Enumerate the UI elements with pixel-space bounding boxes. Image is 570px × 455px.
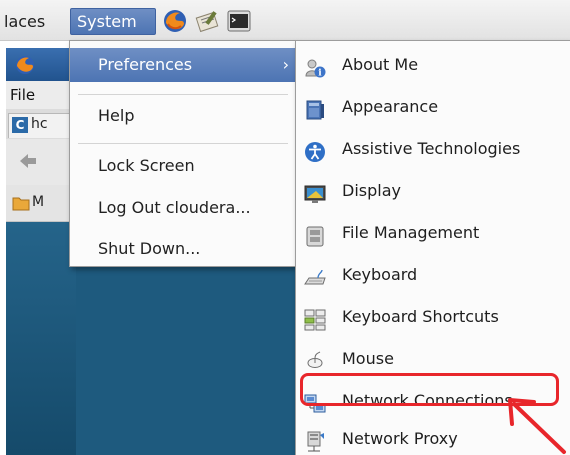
preferences-label: Preferences (98, 55, 193, 74)
firefox-icon (16, 56, 34, 74)
menubar: File (6, 81, 76, 110)
submenu-arrow-icon: › (282, 55, 289, 74)
assistive-technologies-menu-item[interactable]: Assistive Technologies (296, 131, 568, 171)
keyboard-icon (304, 269, 326, 285)
about-me-menu-item[interactable]: i About Me (296, 47, 568, 87)
annotation-arrow-icon (508, 398, 566, 454)
tab-bar: C hc (6, 109, 76, 139)
text-editor-icon[interactable] (195, 8, 221, 34)
about-me-label: About Me (342, 55, 419, 74)
keyboard-shortcuts-menu-item[interactable]: Keyboard Shortcuts (296, 299, 568, 339)
menu-separator (78, 94, 288, 95)
preferences-menu-item[interactable]: Preferences › (70, 48, 295, 82)
file-management-icon (306, 226, 324, 247)
appearance-menu-item[interactable]: Appearance (296, 89, 568, 129)
file-management-menu-item[interactable]: File Management (296, 215, 568, 255)
menu-separator (78, 143, 288, 144)
accessibility-icon (305, 142, 325, 162)
shut-down-menu-item[interactable]: Shut Down... (70, 232, 295, 266)
firefox-icon[interactable] (162, 8, 188, 34)
network-proxy-label: Network Proxy (342, 429, 458, 448)
file-menu[interactable]: File (10, 86, 35, 104)
mouse-icon (307, 351, 323, 368)
svg-text:i: i (318, 69, 322, 79)
bookmarks-bar: M (6, 185, 76, 222)
top-panel: laces System (0, 0, 570, 41)
keyboard-shortcuts-label: Keyboard Shortcuts (342, 307, 499, 326)
window-titlebar[interactable] (6, 48, 76, 81)
display-icon (304, 185, 326, 203)
screen: laces System File C hc M Preferences › H… (0, 0, 570, 455)
keyboard-label: Keyboard (342, 265, 418, 284)
tab-favicon: C (12, 117, 28, 133)
display-menu-item[interactable]: Display (296, 173, 568, 213)
file-management-label: File Management (342, 223, 480, 242)
terminal-icon[interactable] (226, 8, 252, 34)
navigation-bar (6, 139, 76, 185)
system-menu-button[interactable]: System (70, 8, 156, 35)
assistive-technologies-label: Assistive Technologies (342, 139, 521, 158)
network-proxy-icon (307, 431, 324, 452)
help-menu-item[interactable]: Help (70, 99, 295, 133)
mouse-label: Mouse (342, 349, 394, 368)
bookmark-folder-icon (12, 197, 30, 211)
page-content (6, 222, 76, 455)
display-label: Display (342, 181, 401, 200)
tab-title: hc (31, 116, 48, 132)
system-dropdown: Preferences › Help Lock Screen Log Out c… (69, 40, 296, 267)
log-out-menu-item[interactable]: Log Out cloudera... (70, 191, 295, 225)
places-menu[interactable]: laces (0, 9, 66, 35)
lock-screen-menu-item[interactable]: Lock Screen (70, 149, 295, 183)
browser-tab[interactable]: C hc (8, 113, 70, 138)
keyboard-menu-item[interactable]: Keyboard (296, 257, 568, 297)
keyboard-shortcuts-icon (304, 309, 326, 331)
appearance-icon (306, 100, 324, 120)
about-me-icon: i (305, 59, 326, 79)
back-arrow-icon[interactable] (18, 151, 38, 171)
bookmark-item[interactable]: M (32, 194, 44, 210)
appearance-label: Appearance (342, 97, 439, 116)
